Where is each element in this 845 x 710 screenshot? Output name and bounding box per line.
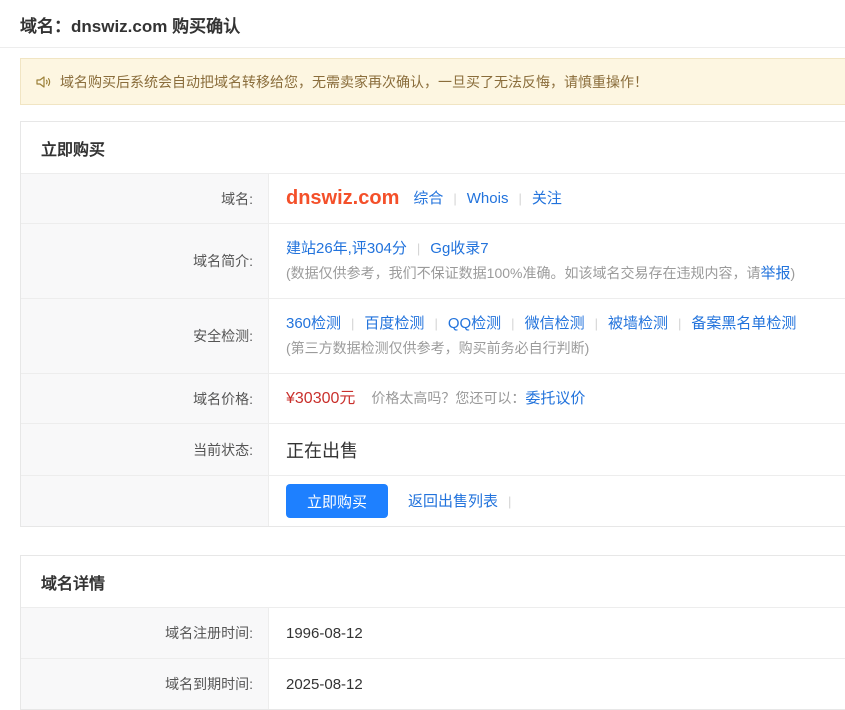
check-qq-link[interactable]: QQ检测 [448,311,501,336]
check-icp-blacklist-link[interactable]: 备案黑名单检测 [691,311,796,336]
price-hint: 价格太高吗？您还可以： [371,386,525,411]
expire-date-row: 域名到期时间: 2025-08-12 [21,658,845,709]
separator: | [511,311,514,336]
separator: | [595,311,598,336]
detail-panel-title: 域名详情 [21,556,845,607]
gg-index-link[interactable]: Gg收录7 [430,236,488,261]
domain-intro-label: 域名简介: [21,224,269,298]
domain-name: dnswiz.com [286,186,399,211]
separator: | [434,311,437,336]
report-link[interactable]: 举报 [760,261,790,286]
security-check-row: 安全检测: 360检测 | 百度检测 | QQ检测 | 微信检测 | 被墙检测 … [21,298,845,373]
check-wechat-link[interactable]: 微信检测 [525,311,585,336]
domain-row: 域名: dnswiz.com 综合 | Whois | 关注 [21,173,845,223]
actions-row: 立即购买 返回出售列表 | [21,475,845,526]
back-to-list-link[interactable]: 返回出售列表 [408,489,498,514]
speaker-icon [36,75,52,89]
price-value: ¥30300元 [286,386,355,411]
negotiate-price-link[interactable]: 委托议价 [525,386,585,411]
separator: | [417,236,420,261]
check-baidu-link[interactable]: 百度检测 [364,311,424,336]
price-row: 域名价格: ¥30300元 价格太高吗？您还可以： 委托议价 [21,373,845,423]
separator: | [351,311,354,336]
price-label: 域名价格: [21,374,269,423]
composite-info-link[interactable]: 综合 [413,186,443,211]
expire-date-label: 域名到期时间: [21,659,269,709]
domain-intro-row: 域名简介: 建站26年,评304分 | Gg收录7 (数据仅供参考，我们不保证数… [21,223,845,298]
page-content: 域名购买后系统会自动把域名转移给您，无需卖家再次确认，一旦买了无法反悔，请慎重操… [20,58,845,710]
separator: | [508,489,511,514]
notice-text: 域名购买后系统会自动把域名转移给您，无需卖家再次确认，一旦买了无法反悔，请慎重操… [60,72,648,92]
register-date-value: 1996-08-12 [286,625,845,642]
domain-detail-panel: 域名详情 域名注册时间: 1996-08-12 域名到期时间: 2025-08-… [20,555,845,710]
purchase-notice-bar: 域名购买后系统会自动把域名转移给您，无需卖家再次确认，一旦买了无法反悔，请慎重操… [20,58,845,105]
follow-link[interactable]: 关注 [532,186,562,211]
whois-link[interactable]: Whois [467,186,509,211]
buy-panel-title: 立即购买 [21,122,845,173]
buy-now-button[interactable]: 立即购买 [286,484,388,518]
security-check-label: 安全检测: [21,299,269,373]
register-date-label: 域名注册时间: [21,608,269,658]
site-age-score-link[interactable]: 建站26年,评304分 [286,236,407,261]
page-title: 域名：dnswiz.com 购买确认 [0,0,845,47]
intro-disclaimer: (数据仅供参考，我们不保证数据100%准确。如该域名交易存在违规内容，请 [286,261,760,286]
expire-date-value: 2025-08-12 [286,676,845,693]
register-date-row: 域名注册时间: 1996-08-12 [21,607,845,658]
intro-disclaimer-end: ) [790,261,795,286]
status-row: 当前状态: 正在出售 [21,423,845,475]
title-divider [0,47,845,48]
check-360-link[interactable]: 360检测 [286,311,341,336]
separator: | [518,186,521,211]
separator: | [453,186,456,211]
separator: | [678,311,681,336]
status-label: 当前状态: [21,424,269,475]
security-disclaimer: (第三方数据检测仅供参考，购买前务必自行判断) [286,336,589,361]
check-gfw-link[interactable]: 被墙检测 [608,311,668,336]
status-value: 正在出售 [286,437,845,463]
domain-label: 域名: [21,174,269,223]
actions-label-spacer [21,476,269,526]
buy-now-panel: 立即购买 域名: dnswiz.com 综合 | Whois | 关注 域名简介… [20,121,845,527]
